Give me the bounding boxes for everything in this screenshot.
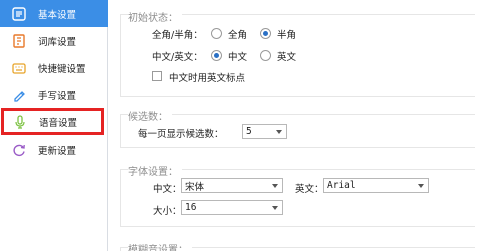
font-size-label: 大小： xyxy=(153,206,182,217)
full-half-width-label: 全角/半角： xyxy=(152,30,203,41)
pen-icon xyxy=(11,87,27,103)
group-border xyxy=(120,96,475,97)
sidebar-item-label: 语音设置 xyxy=(39,117,78,129)
english-font-value: Arial xyxy=(327,180,356,191)
candidates-per-page-select[interactable]: 5 xyxy=(242,124,287,139)
chinese-radio[interactable] xyxy=(211,50,222,61)
sidebar-item-dictionary-settings[interactable]: 词库设置 xyxy=(0,27,108,54)
group-border xyxy=(120,226,475,227)
sidebar: 基本设置 词库设置 快捷键设置 手写设置 语音设置 更新设置 xyxy=(0,0,108,251)
group-border xyxy=(120,14,121,96)
group-title-candidates: 候选数： xyxy=(128,108,172,123)
font-size-value: 16 xyxy=(185,202,197,213)
settings-panel: 初始状态： 全角/半角： 全角 半角 中文/英文： 中文 英文 中文时用英文标点… xyxy=(108,0,489,251)
chevron-down-icon xyxy=(272,184,278,188)
sidebar-item-label: 基本设置 xyxy=(38,9,77,21)
chevron-down-icon xyxy=(272,206,278,210)
chinese-font-label: 中文： xyxy=(153,184,182,195)
sidebar-item-label: 词库设置 xyxy=(38,36,77,48)
sidebar-item-basic-settings[interactable]: 基本设置 xyxy=(0,0,108,27)
sidebar-item-label: 快捷键设置 xyxy=(38,63,86,75)
english-font-select[interactable]: Arial xyxy=(323,178,429,193)
english-punctuation-label: 中文时用英文标点 xyxy=(169,73,246,84)
chinese-font-value: 宋体 xyxy=(185,181,205,193)
gear-icon xyxy=(11,6,27,22)
full-width-radio[interactable] xyxy=(211,28,222,39)
group-title-font-settings: 字体设置： xyxy=(128,163,182,178)
full-width-label: 全角 xyxy=(228,30,248,41)
chevron-down-icon xyxy=(418,184,424,188)
group-title-fuzzy-pinyin: 模糊音设置： xyxy=(128,241,192,251)
sidebar-item-shortcut-settings[interactable]: 快捷键设置 xyxy=(0,54,108,81)
half-width-label: 半角 xyxy=(277,30,297,41)
keyboard-icon xyxy=(11,60,27,76)
group-title-initial-state: 初始状态： xyxy=(128,9,182,24)
group-border xyxy=(120,169,121,226)
english-label: 英文 xyxy=(277,52,297,63)
candidates-per-page-label: 每一页显示候选数： xyxy=(138,129,224,140)
font-size-select[interactable]: 16 xyxy=(181,200,283,215)
english-punctuation-checkbox[interactable] xyxy=(152,71,162,81)
chinese-label: 中文 xyxy=(228,52,248,63)
candidates-per-page-value: 5 xyxy=(246,126,252,137)
dictionary-icon xyxy=(11,33,27,49)
refresh-icon xyxy=(11,142,27,158)
group-border xyxy=(120,114,475,115)
group-border xyxy=(120,147,475,148)
chinese-font-select[interactable]: 宋体 xyxy=(181,178,283,193)
group-border xyxy=(120,114,121,147)
sidebar-item-label: 手写设置 xyxy=(38,90,77,102)
chevron-down-icon xyxy=(276,130,282,134)
chinese-english-label: 中文/英文： xyxy=(152,52,203,63)
sidebar-item-handwriting-settings[interactable]: 手写设置 xyxy=(0,81,108,108)
english-radio[interactable] xyxy=(260,50,271,61)
group-border xyxy=(120,247,121,251)
sidebar-item-voice-settings[interactable]: 语音设置 xyxy=(1,108,104,135)
half-width-radio[interactable] xyxy=(260,28,271,39)
microphone-icon xyxy=(12,114,28,130)
english-font-label: 英文： xyxy=(295,184,324,195)
sidebar-item-label: 更新设置 xyxy=(38,145,77,157)
sidebar-item-update-settings[interactable]: 更新设置 xyxy=(0,136,108,163)
